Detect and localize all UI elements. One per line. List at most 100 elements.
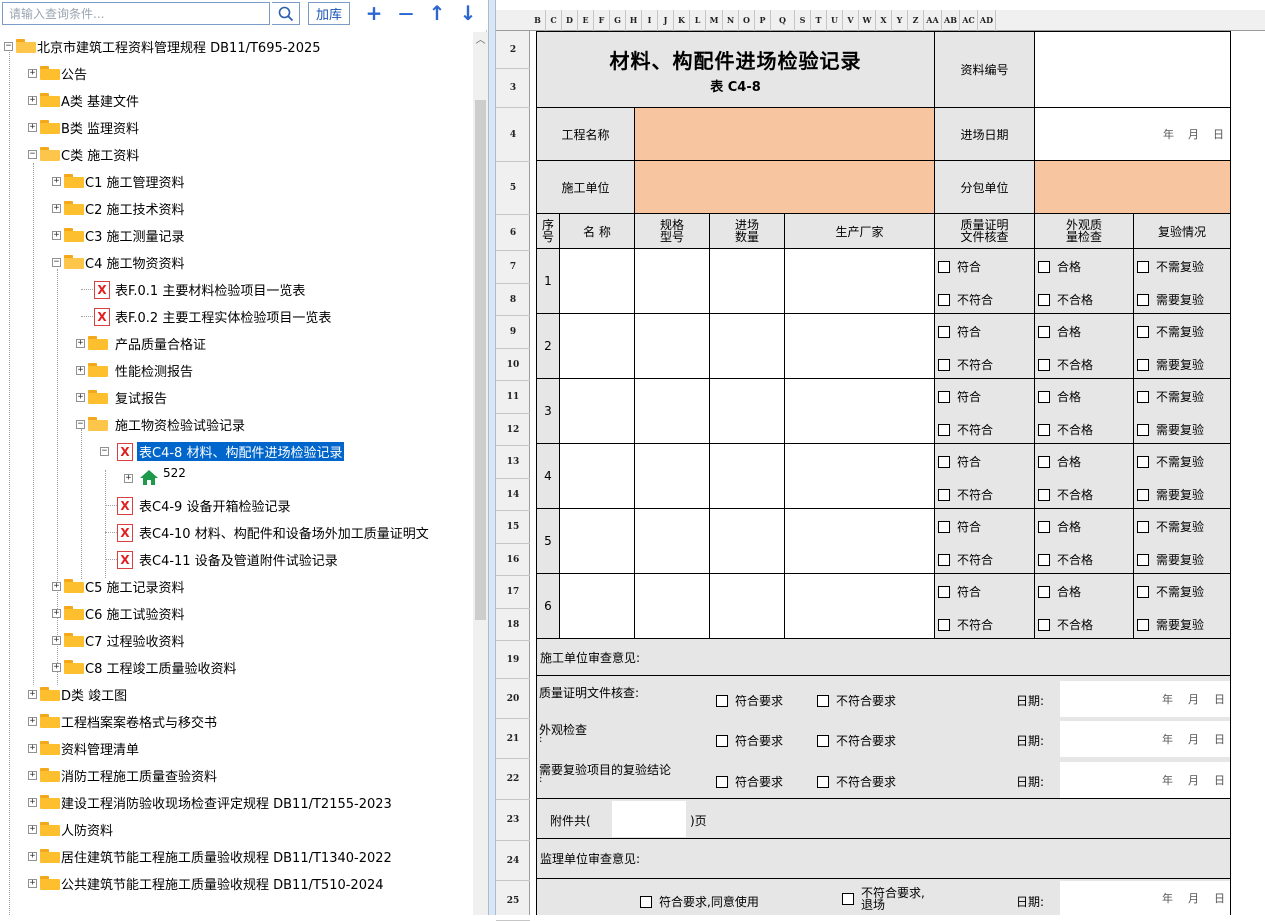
pass-checkbox[interactable]: 合格 — [1038, 323, 1081, 340]
cert-meets-checkbox[interactable]: 符合要求 — [716, 692, 783, 709]
row-header[interactable]: 18 — [496, 609, 530, 641]
item-qty-cell[interactable] — [709, 313, 785, 379]
item-name-cell[interactable] — [559, 573, 635, 639]
column-header[interactable]: F — [594, 10, 610, 31]
retest-date[interactable]: 年月日 — [1060, 762, 1230, 798]
column-header[interactable]: X — [876, 10, 892, 31]
row-header[interactable]: 5 — [496, 162, 530, 215]
tree-node-c1[interactable]: + C1 施工管理资料 — [0, 168, 472, 194]
no-retest-checkbox[interactable]: 不需复验 — [1137, 453, 1204, 470]
row-header[interactable]: 25 — [496, 881, 530, 921]
column-header[interactable]: T — [811, 10, 827, 31]
column-header[interactable]: G — [610, 10, 626, 31]
column-header[interactable]: N — [723, 10, 739, 31]
column-header[interactable]: V — [843, 10, 859, 31]
item-name-cell[interactable] — [559, 508, 635, 574]
tree-node-gonggao[interactable]: + 公告 — [0, 60, 472, 86]
item-spec-cell[interactable] — [634, 573, 710, 639]
tree-node-c410[interactable]: X 表C4-10 材料、构配件和设备场外加工质量证明文 — [0, 519, 472, 545]
item-maker-cell[interactable] — [784, 573, 935, 639]
column-header[interactable]: U — [827, 10, 843, 31]
tree-node-root[interactable]: − 北京市建筑工程资料管理规程 DB11/T695-2025 — [0, 33, 472, 59]
column-header[interactable]: K — [674, 10, 690, 31]
row-header[interactable]: 8 — [496, 284, 530, 316]
attachment-count-input[interactable] — [612, 801, 686, 837]
no-retest-checkbox[interactable]: 不需复验 — [1137, 583, 1204, 600]
tree-node-cert[interactable]: + 产品质量合格证 — [0, 330, 472, 356]
column-header[interactable]: AA — [924, 10, 942, 31]
tree-node-perf[interactable]: + 性能检测报告 — [0, 357, 472, 383]
tree-node-c3[interactable]: + C3 施工测量记录 — [0, 222, 472, 248]
conform-checkbox[interactable]: 符合 — [938, 453, 981, 470]
row-header[interactable]: 9 — [496, 316, 530, 349]
column-header[interactable]: AC — [960, 10, 978, 31]
tree-node-c5[interactable]: + C5 施工记录资料 — [0, 573, 472, 599]
entry-date-value[interactable]: 年月日 — [1034, 107, 1231, 161]
column-header[interactable]: W — [859, 10, 876, 31]
column-header[interactable]: C — [546, 10, 562, 31]
item-name-cell[interactable] — [559, 443, 635, 509]
nonconform-checkbox[interactable]: 不符合 — [938, 356, 993, 373]
tree-node-c4[interactable]: − C4 施工物资资料 — [0, 249, 472, 275]
column-header[interactable]: S — [795, 10, 811, 31]
tree-node-d[interactable]: + D类 竣工图 — [0, 681, 472, 707]
column-header[interactable]: O — [739, 10, 755, 31]
column-header[interactable]: H — [626, 10, 642, 31]
row-header[interactable]: 14 — [496, 479, 530, 511]
fail-checkbox[interactable]: 不合格 — [1038, 616, 1093, 633]
no-retest-checkbox[interactable]: 不需复验 — [1137, 518, 1204, 535]
cert-check-date[interactable]: 年月日 — [1060, 681, 1230, 717]
column-header[interactable]: AD — [978, 10, 996, 31]
remove-button[interactable]: — — [394, 1, 418, 25]
nonconform-checkbox[interactable]: 不符合 — [938, 616, 993, 633]
item-spec-cell[interactable] — [634, 443, 710, 509]
tree-node-res[interactable]: + 居住建筑节能工程施工质量验收规程 DB11/T1340-2022 — [0, 843, 472, 869]
item-qty-cell[interactable] — [709, 378, 785, 444]
tree-node-c2[interactable]: + C2 施工技术资料 — [0, 195, 472, 221]
row-header[interactable]: 15 — [496, 511, 530, 544]
tree-node-b[interactable]: + B类 监理资料 — [0, 114, 472, 140]
tree-node-c48-selected[interactable]: − X 表C4-8 材料、构配件进场检验记录 — [0, 438, 472, 464]
cert-not-meets-checkbox[interactable]: 不符合要求 — [817, 692, 896, 709]
column-header[interactable]: AB — [942, 10, 960, 31]
supervisor-agree-checkbox[interactable]: 符合要求,同意使用 — [640, 893, 759, 910]
tree-node-c[interactable]: − C类 施工资料 — [0, 141, 472, 167]
appear-not-meets-checkbox[interactable]: 不符合要求 — [817, 732, 896, 749]
row-header[interactable]: 17 — [496, 576, 530, 609]
retest-checkbox[interactable]: 需要复验 — [1137, 421, 1204, 438]
subcontractor-value[interactable] — [1034, 160, 1231, 214]
scrollbar-thumb[interactable] — [475, 100, 486, 620]
tree-node-f2[interactable]: X 表F.0.2 主要工程实体检验项目一览表 — [0, 303, 472, 329]
tree-scrollbar[interactable]: ︿ — [473, 32, 488, 915]
search-input[interactable] — [2, 2, 270, 25]
retest-checkbox[interactable]: 需要复验 — [1137, 291, 1204, 308]
fail-checkbox[interactable]: 不合格 — [1038, 486, 1093, 503]
tree-node-f1[interactable]: X 表F.0.1 主要材料检验项目一览表 — [0, 276, 472, 302]
fail-checkbox[interactable]: 不合格 — [1038, 551, 1093, 568]
item-qty-cell[interactable] — [709, 248, 785, 314]
nonconform-checkbox[interactable]: 不符合 — [938, 551, 993, 568]
fail-checkbox[interactable]: 不合格 — [1038, 291, 1093, 308]
tree-node-c49[interactable]: X 表C4-9 设备开箱检验记录 — [0, 492, 472, 518]
nonconform-checkbox[interactable]: 不符合 — [938, 486, 993, 503]
doc-no-value[interactable] — [1034, 31, 1231, 108]
column-header[interactable]: J — [658, 10, 674, 31]
item-spec-cell[interactable] — [634, 248, 710, 314]
tree-node-522[interactable]: + 522 — [0, 465, 472, 491]
tree-node-c411[interactable]: X 表C4-11 设备及管道附件试验记录 — [0, 546, 472, 572]
row-header[interactable]: 20 — [496, 679, 530, 719]
appear-check-date[interactable]: 年月日 — [1060, 721, 1230, 757]
search-button[interactable] — [272, 2, 300, 25]
tree-node-fire[interactable]: + 消防工程施工质量查验资料 — [0, 762, 472, 788]
column-header[interactable]: M — [706, 10, 723, 31]
tree-node-a[interactable]: + A类 基建文件 — [0, 87, 472, 113]
tree-node-c8[interactable]: + C8 工程竣工质量验收资料 — [0, 654, 472, 680]
item-qty-cell[interactable] — [709, 443, 785, 509]
pass-checkbox[interactable]: 合格 — [1038, 453, 1081, 470]
pass-checkbox[interactable]: 合格 — [1038, 258, 1081, 275]
row-header[interactable]: 12 — [496, 414, 530, 446]
item-qty-cell[interactable] — [709, 573, 785, 639]
column-header[interactable]: L — [690, 10, 706, 31]
row-header[interactable]: 19 — [496, 641, 530, 679]
appear-meets-checkbox[interactable]: 符合要求 — [716, 732, 783, 749]
